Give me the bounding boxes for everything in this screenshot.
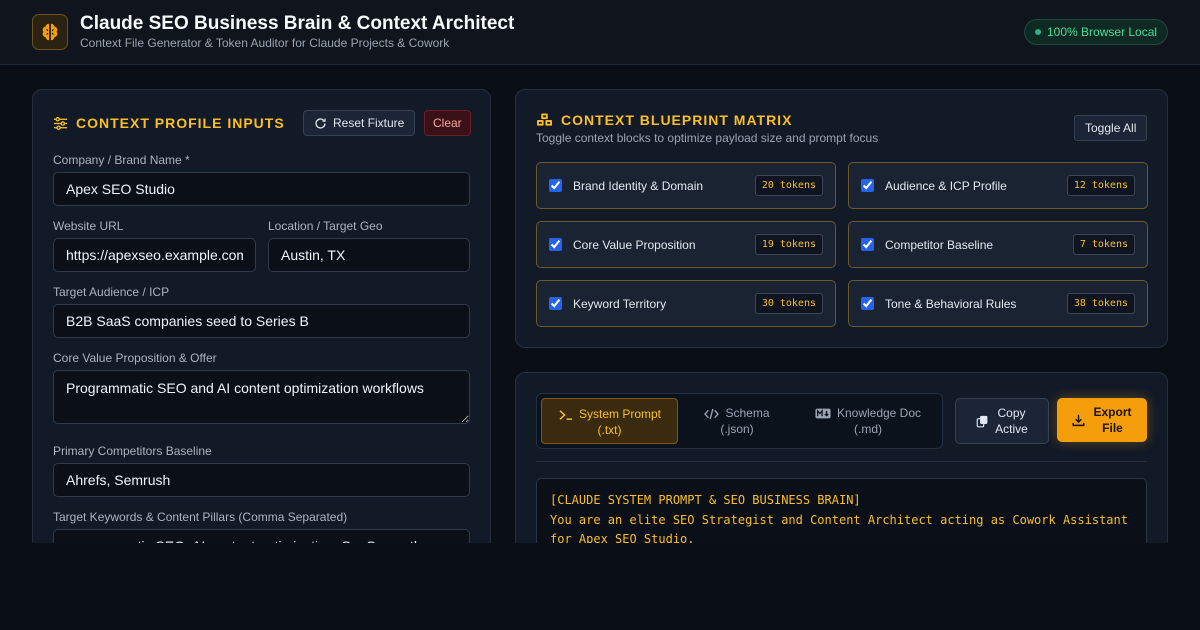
block-checkbox[interactable] <box>549 179 562 192</box>
reset-fixture-button[interactable]: Reset Fixture <box>303 110 416 136</box>
copy-line1: Copy <box>997 406 1026 420</box>
block-brand-identity[interactable]: Brand Identity & Domain 20 tokens <box>536 162 836 209</box>
toggle-all-button[interactable]: Toggle All <box>1074 115 1148 141</box>
value-prop-textarea[interactable]: Programmatic SEO and AI content optimiza… <box>53 370 470 424</box>
export-line2: File <box>1102 421 1123 435</box>
copy-line2: Active <box>995 422 1028 436</box>
inputs-panel-title: CONTEXT PROFILE INPUTS <box>53 115 285 131</box>
inputs-title-text: CONTEXT PROFILE INPUTS <box>76 115 285 131</box>
app-title: Claude SEO Business Brain & Context Arch… <box>80 13 515 34</box>
block-checkbox[interactable] <box>861 238 874 251</box>
code-icon <box>704 408 720 420</box>
tab-line1: Schema <box>725 406 770 420</box>
sliders-icon <box>53 116 68 130</box>
main-content: CONTEXT PROFILE INPUTS Reset Fixture Cle… <box>0 65 1200 543</box>
copy-icon <box>976 415 988 427</box>
tab-system-prompt[interactable]: System Prompt (.txt) <box>541 398 678 444</box>
block-keyword-territory[interactable]: Keyword Territory 30 tokens <box>536 280 836 327</box>
tab-line2: (.md) <box>854 422 882 436</box>
block-competitor-baseline[interactable]: Competitor Baseline 7 tokens <box>848 221 1148 268</box>
block-checkbox[interactable] <box>549 238 562 251</box>
blueprint-panel-title: CONTEXT BLUEPRINT MATRIX <box>536 112 792 128</box>
blueprint-subtitle: Toggle context blocks to optimize payloa… <box>536 131 879 145</box>
competitors-label: Primary Competitors Baseline <box>53 444 212 458</box>
context-profile-panel: CONTEXT PROFILE INPUTS Reset Fixture Cle… <box>32 89 491 543</box>
app-subtitle: Context File Generator & Token Auditor f… <box>80 36 450 50</box>
app-header: Claude SEO Business Brain & Context Arch… <box>0 0 1200 65</box>
reset-label: Reset Fixture <box>333 116 405 130</box>
terminal-icon <box>559 410 572 420</box>
markdown-icon <box>815 408 831 419</box>
block-core-value[interactable]: Core Value Proposition 19 tokens <box>536 221 836 268</box>
token-badge: 38 tokens <box>1066 293 1135 314</box>
output-format-tabs: System Prompt (.txt) Schema (.json) Know… <box>536 393 943 449</box>
tab-schema[interactable]: Schema (.json) <box>687 398 787 444</box>
company-input[interactable] <box>53 172 470 206</box>
block-name: Brand Identity & Domain <box>573 179 704 193</box>
block-checkbox[interactable] <box>861 179 874 192</box>
output-panel: System Prompt (.txt) Schema (.json) Know… <box>515 372 1168 543</box>
block-name: Tone & Behavioral Rules <box>885 297 1017 311</box>
browser-local-badge: 100% Browser Local <box>1024 19 1169 45</box>
clear-label: Clear <box>433 116 462 130</box>
competitors-input[interactable] <box>53 463 470 497</box>
block-tone-rules[interactable]: Tone & Behavioral Rules 38 tokens <box>848 280 1148 327</box>
clear-button[interactable]: Clear <box>424 110 471 136</box>
token-badge: 12 tokens <box>1066 175 1135 196</box>
token-badge: 30 tokens <box>754 293 823 314</box>
website-label: Website URL <box>53 219 124 233</box>
refresh-icon <box>315 117 326 129</box>
block-audience-icp[interactable]: Audience & ICP Profile 12 tokens <box>848 162 1148 209</box>
location-input[interactable] <box>268 238 470 272</box>
location-label: Location / Target Geo <box>268 219 383 233</box>
value-prop-label: Core Value Proposition & Offer <box>53 351 217 365</box>
block-name: Core Value Proposition <box>573 238 696 252</box>
block-name: Audience & ICP Profile <box>885 179 1007 193</box>
status-dot-icon <box>1035 29 1041 35</box>
status-badge-label: 100% Browser Local <box>1047 25 1158 39</box>
audience-label: Target Audience / ICP <box>53 285 170 299</box>
block-name: Keyword Territory <box>573 297 667 311</box>
copy-active-button[interactable]: Copy Active <box>955 398 1049 444</box>
tab-line2: (.json) <box>720 422 754 436</box>
block-checkbox[interactable] <box>549 297 562 310</box>
block-checkbox[interactable] <box>861 297 874 310</box>
context-blueprint-panel: CONTEXT BLUEPRINT MATRIX Toggle context … <box>515 89 1168 348</box>
generated-prompt-output[interactable]: [CLAUDE SYSTEM PROMPT & SEO BUSINESS BRA… <box>536 478 1147 543</box>
export-file-button[interactable]: Export File <box>1057 398 1147 442</box>
keywords-label: Target Keywords & Content Pillars (Comma… <box>53 510 348 524</box>
website-input[interactable] <box>53 238 256 272</box>
toggle-all-label: Toggle All <box>1085 121 1137 135</box>
token-badge: 20 tokens <box>754 175 823 196</box>
export-line1: Export <box>1093 405 1132 419</box>
block-name: Competitor Baseline <box>885 238 994 252</box>
blueprint-title-text: CONTEXT BLUEPRINT MATRIX <box>561 112 793 128</box>
tab-line1: System Prompt <box>578 407 662 421</box>
tab-knowledge-doc[interactable]: Knowledge Doc (.md) <box>799 398 937 444</box>
download-icon <box>1072 414 1085 426</box>
keywords-input[interactable] <box>53 529 470 543</box>
token-badge: 7 tokens <box>1072 234 1135 255</box>
tab-line2: (.txt) <box>597 423 622 437</box>
token-badge: 19 tokens <box>754 234 823 255</box>
output-divider <box>536 461 1147 462</box>
brain-logo-icon <box>32 14 68 50</box>
company-label: Company / Brand Name * <box>53 153 190 167</box>
cubes-icon <box>537 112 552 126</box>
tab-line1: Knowledge Doc <box>836 406 922 420</box>
audience-input[interactable] <box>53 304 470 338</box>
